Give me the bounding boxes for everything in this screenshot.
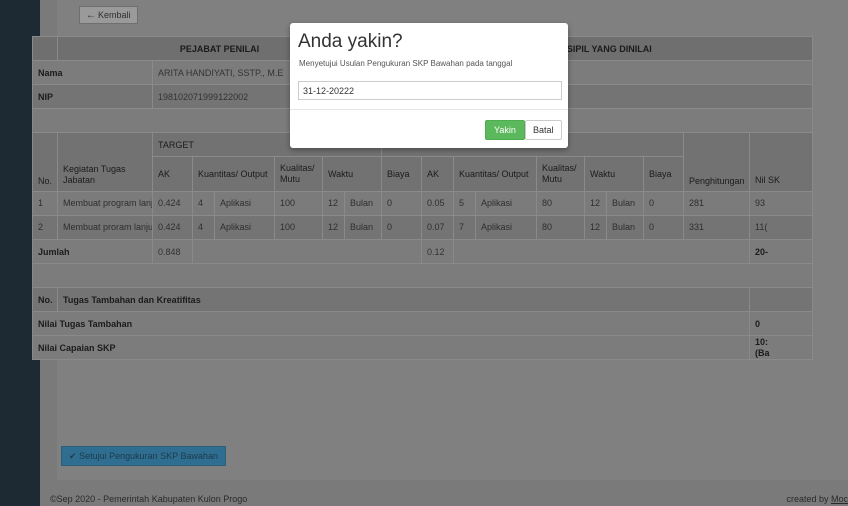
approve-label: Setujui Pengukuran SKP Bawahan xyxy=(79,451,218,461)
capaian-value: 10: (Ba xyxy=(748,335,814,360)
approve-button[interactable]: ✔ Setujui Pengukuran SKP Bawahan xyxy=(61,446,226,466)
capaian-label: Nilai Capaian SKP xyxy=(32,335,750,360)
dialog-title: Anda yakin? xyxy=(298,31,403,52)
footer-copyright: ©Sep 2020 - Pemerintah Kabupaten Kulon P… xyxy=(50,494,248,504)
col-kualitas: Kualitas/ Mutu xyxy=(274,156,323,192)
jumlah-row: Jumlah 0.848 0.12 20- xyxy=(32,239,814,264)
col-kegiatan: Kegiatan Tugas Jabatan xyxy=(57,132,153,192)
tambahan-label: Tugas Tambahan dan Kreatifitas xyxy=(57,287,750,312)
col-biaya-real: Biaya xyxy=(643,156,684,192)
nip-label: NIP xyxy=(32,84,153,109)
credit-link[interactable]: Moc xyxy=(831,494,848,504)
tambahan-no: No. xyxy=(32,287,58,312)
col-kuantitas: Kuantitas/ Output xyxy=(192,156,275,192)
confirm-button[interactable]: Yakin xyxy=(485,120,525,140)
col-penghitungan: Penghitungan xyxy=(683,132,750,192)
arrow-left-icon: ← xyxy=(86,10,96,21)
confirm-dialog: Anda yakin? Menyetujui Usulan Pengukuran… xyxy=(290,23,568,148)
col-waktu-real: Waktu xyxy=(584,156,644,192)
col-waktu: Waktu xyxy=(322,156,382,192)
col-ak: AK xyxy=(152,156,193,192)
footer-credit: created by Moc xyxy=(786,494,848,504)
nama-label: Nama xyxy=(32,60,153,85)
col-kuantitas-real: Kuantitas/ Output xyxy=(453,156,537,192)
table-row: 1 Membuat program lanjutan 0.424 4 Aplik… xyxy=(32,191,814,216)
col-kualitas-real: Kualitas/ Mutu xyxy=(536,156,585,192)
cancel-button[interactable]: Batal xyxy=(525,120,562,140)
dialog-divider xyxy=(290,109,568,110)
date-input[interactable] xyxy=(298,81,562,100)
nilai-tambahan-label: Nilai Tugas Tambahan xyxy=(32,311,750,336)
back-button[interactable]: ← Kembali xyxy=(79,6,138,24)
col-ak-real: AK xyxy=(421,156,454,192)
col-no: No. xyxy=(32,132,58,192)
table-row: 2 Membuat proram lanjutan 0.424 4 Aplika… xyxy=(32,215,814,240)
check-icon: ✔ xyxy=(69,451,77,461)
back-label: Kembali xyxy=(98,10,131,20)
nilai-tambahan-value: 0 xyxy=(748,311,814,336)
col-biaya: Biaya xyxy=(381,156,422,192)
dialog-message: Menyetujui Usulan Pengukuran SKP Bawahan… xyxy=(299,59,513,68)
col-nilai: Nil SK xyxy=(748,132,814,192)
